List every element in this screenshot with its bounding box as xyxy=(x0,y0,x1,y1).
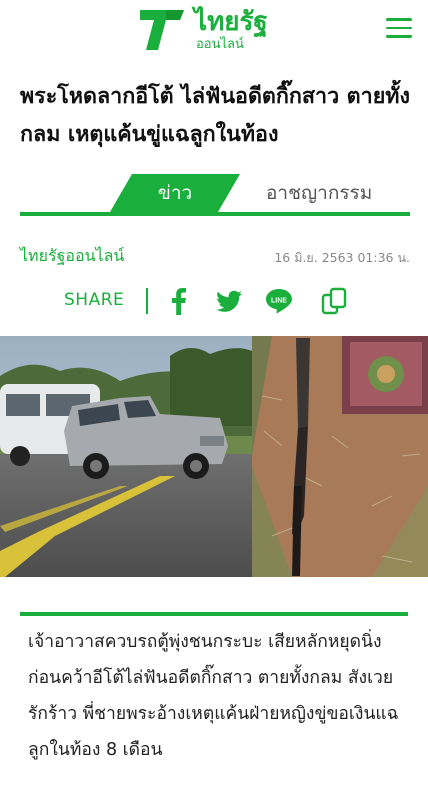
machete-evidence-photo xyxy=(252,336,428,577)
category-tabs: ข่าว อาชญากรรม xyxy=(20,172,410,218)
line-icon[interactable]: LINE xyxy=(264,286,294,316)
twitter-icon[interactable] xyxy=(214,286,244,316)
content-divider xyxy=(20,612,408,616)
share-separator xyxy=(146,288,148,314)
article-source[interactable]: ไทยรัฐออนไลน์ xyxy=(20,244,124,269)
share-label: SHARE xyxy=(64,290,125,310)
tab-crime[interactable]: อาชญากรรม xyxy=(266,178,372,208)
logo-main-text: ไทยรัฐ xyxy=(194,7,268,37)
line-icon-text: LINE xyxy=(271,298,287,305)
tab-news[interactable]: ข่าว xyxy=(110,174,240,212)
article-lead: เจ้าอาวาสควบรถตู้พุ่งชนกระบะ เสียหลักหยุ… xyxy=(28,632,399,760)
facebook-icon[interactable] xyxy=(164,286,194,316)
article-date: 16 มิ.ย. 2563 01:36 น. xyxy=(274,250,410,265)
article-headline: พระโหดลากอีโต้ ไล่ฟันอดีตกิ๊กสาว ตายทั้ง… xyxy=(20,84,410,147)
crash-scene-photo xyxy=(0,336,252,577)
share-bar: SHARE LINE xyxy=(64,282,364,322)
site-header: ไทยรัฐ ออนไลน์ xyxy=(0,0,428,60)
logo-sub-text: ออนไลน์ xyxy=(196,37,244,52)
copy-link-icon[interactable] xyxy=(320,286,350,316)
thairath-logo[interactable]: ไทยรัฐ ออนไลน์ xyxy=(136,6,276,56)
hamburger-menu-icon[interactable] xyxy=(386,18,412,40)
thairath-logo-mark xyxy=(140,10,184,50)
article-photo[interactable] xyxy=(0,336,428,577)
tabs-underline xyxy=(20,212,410,216)
